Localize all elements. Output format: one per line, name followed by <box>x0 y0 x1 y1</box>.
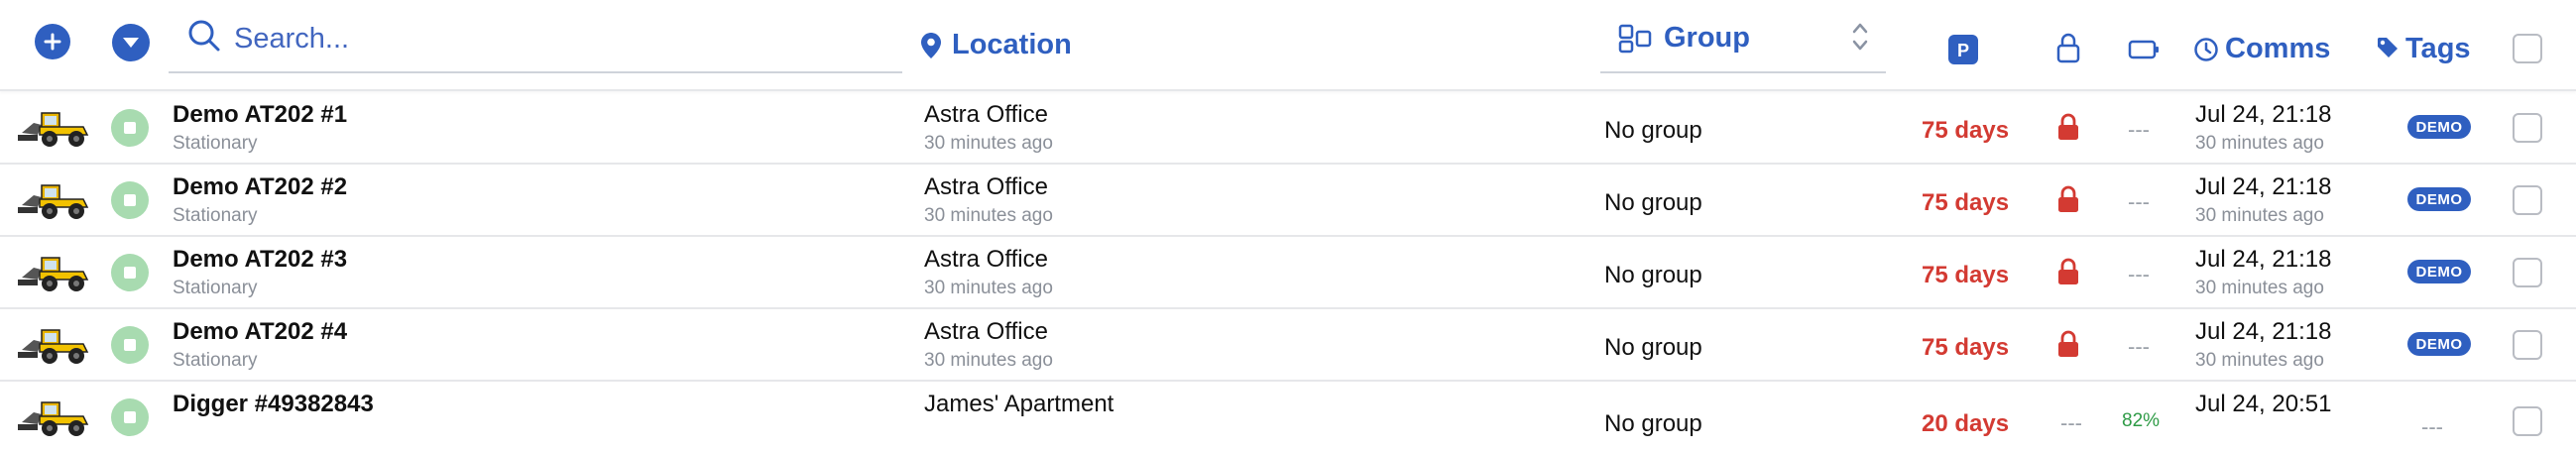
comms-date: Jul 24, 21:18 <box>2195 173 2332 200</box>
add-button[interactable] <box>35 24 70 59</box>
location-name[interactable]: Astra Office <box>924 173 1048 201</box>
group-value: No group <box>1604 262 1702 288</box>
comms-date: Jul 24, 21:18 <box>2195 246 2332 273</box>
bulk-actions-dropdown[interactable] <box>112 24 150 61</box>
location-column-header[interactable]: Location <box>952 29 1072 61</box>
tag-badge[interactable]: DEMO <box>2407 115 2471 139</box>
comms-date: Jul 24, 20:51 <box>2195 391 2332 417</box>
row-checkbox[interactable] <box>2513 185 2542 215</box>
status-indicator <box>111 181 149 219</box>
comms-date: Jul 24, 21:18 <box>2195 101 2332 128</box>
location-time: 30 minutes ago <box>924 133 1053 154</box>
status-indicator <box>111 254 149 291</box>
status-indicator <box>111 109 149 147</box>
group-value: No group <box>1604 189 1702 216</box>
tag-empty: --- <box>2421 414 2443 439</box>
vehicle-name[interactable]: Digger #49382843 <box>173 391 374 418</box>
location-name[interactable]: James' Apartment <box>924 391 1113 418</box>
battery-icon[interactable] <box>2128 40 2160 59</box>
map-pin-icon <box>921 33 941 58</box>
group-select-label: Group <box>1664 22 1750 54</box>
comms-column-header[interactable]: Comms <box>2225 33 2330 65</box>
parking-days: 75 days <box>1922 189 2010 216</box>
parking-days: 75 days <box>1922 262 2010 288</box>
comms-time-ago: 30 minutes ago <box>2195 133 2324 154</box>
location-name[interactable]: Astra Office <box>924 318 1048 346</box>
parking-days: 75 days <box>1922 334 2010 361</box>
chevron-down-icon <box>123 38 139 48</box>
vehicle-name[interactable]: Demo AT202 #1 <box>173 101 347 129</box>
lock-value: --- <box>2060 410 2082 435</box>
clock-icon <box>2194 38 2218 61</box>
wheel-loader-icon <box>18 329 89 364</box>
vehicle-state: Stationary <box>173 205 258 226</box>
vehicle-state: Stationary <box>173 133 258 154</box>
battery-value: --- <box>2128 334 2150 359</box>
svg-text:P: P <box>1957 41 1969 60</box>
lock-icon <box>2058 258 2078 284</box>
select-all-checkbox[interactable] <box>2513 34 2542 63</box>
search-icon <box>188 20 220 52</box>
vehicle-name[interactable]: Demo AT202 #2 <box>173 173 347 201</box>
group-icon <box>1618 24 1652 54</box>
location-name[interactable]: Astra Office <box>924 246 1048 274</box>
comms-time-ago: 30 minutes ago <box>2195 205 2324 226</box>
lock-icon <box>2058 113 2078 140</box>
wheel-loader-icon <box>18 257 89 291</box>
comms-time-ago: 30 minutes ago <box>2195 350 2324 371</box>
vehicle-name[interactable]: Demo AT202 #4 <box>173 318 347 346</box>
vehicle-state: Stationary <box>173 350 258 371</box>
table-row[interactable]: Digger #49382843 James' Apartment No gro… <box>0 381 2576 452</box>
battery-value: --- <box>2128 117 2150 142</box>
battery-value: --- <box>2128 189 2150 214</box>
lock-icon[interactable] <box>2056 32 2080 63</box>
location-time: 30 minutes ago <box>924 278 1053 298</box>
table-row[interactable]: Demo AT202 #3 Stationary Astra Office 30… <box>0 236 2576 309</box>
tag-badge[interactable]: DEMO <box>2407 332 2471 356</box>
status-indicator <box>111 398 149 436</box>
vehicle-state: Stationary <box>173 278 258 298</box>
group-filter-select[interactable]: Group <box>1600 12 1886 73</box>
table-row[interactable]: Demo AT202 #1 Stationary Astra Office 30… <box>0 91 2576 165</box>
search-input[interactable] <box>232 18 890 59</box>
table-row[interactable]: Demo AT202 #4 Stationary Astra Office 30… <box>0 308 2576 382</box>
comms-time-ago: 30 minutes ago <box>2195 278 2324 298</box>
battery-value: 82% <box>2122 410 2161 431</box>
row-checkbox[interactable] <box>2513 406 2542 436</box>
wheel-loader-icon <box>18 112 89 147</box>
wheel-loader-icon <box>18 184 89 219</box>
row-checkbox[interactable] <box>2513 258 2542 287</box>
table-header: Location Group P Comms Tags <box>0 0 2576 91</box>
table-row[interactable]: Demo AT202 #2 Stationary Astra Office 30… <box>0 164 2576 237</box>
location-time: 30 minutes ago <box>924 205 1053 226</box>
parking-icon[interactable]: P <box>1948 35 1978 64</box>
parking-days: 20 days <box>1922 410 2010 437</box>
tag-icon <box>2378 38 2398 57</box>
plus-icon <box>44 33 61 51</box>
parking-days: 75 days <box>1922 117 2010 144</box>
group-value: No group <box>1604 410 1702 437</box>
vehicle-name[interactable]: Demo AT202 #3 <box>173 246 347 274</box>
location-time: 30 minutes ago <box>924 350 1053 371</box>
comms-date: Jul 24, 21:18 <box>2195 318 2332 345</box>
group-value: No group <box>1604 334 1702 361</box>
location-name[interactable]: Astra Office <box>924 101 1048 129</box>
battery-value: --- <box>2128 262 2150 286</box>
wheel-loader-icon <box>18 401 89 436</box>
status-indicator <box>111 326 149 364</box>
sort-icon <box>1852 23 1868 51</box>
tag-badge[interactable]: DEMO <box>2407 260 2471 283</box>
tag-badge[interactable]: DEMO <box>2407 187 2471 211</box>
search-box[interactable] <box>169 12 902 73</box>
row-checkbox[interactable] <box>2513 113 2542 143</box>
group-value: No group <box>1604 117 1702 144</box>
lock-icon <box>2058 330 2078 357</box>
row-checkbox[interactable] <box>2513 330 2542 360</box>
tags-column-header[interactable]: Tags <box>2405 33 2471 65</box>
lock-icon <box>2058 185 2078 212</box>
